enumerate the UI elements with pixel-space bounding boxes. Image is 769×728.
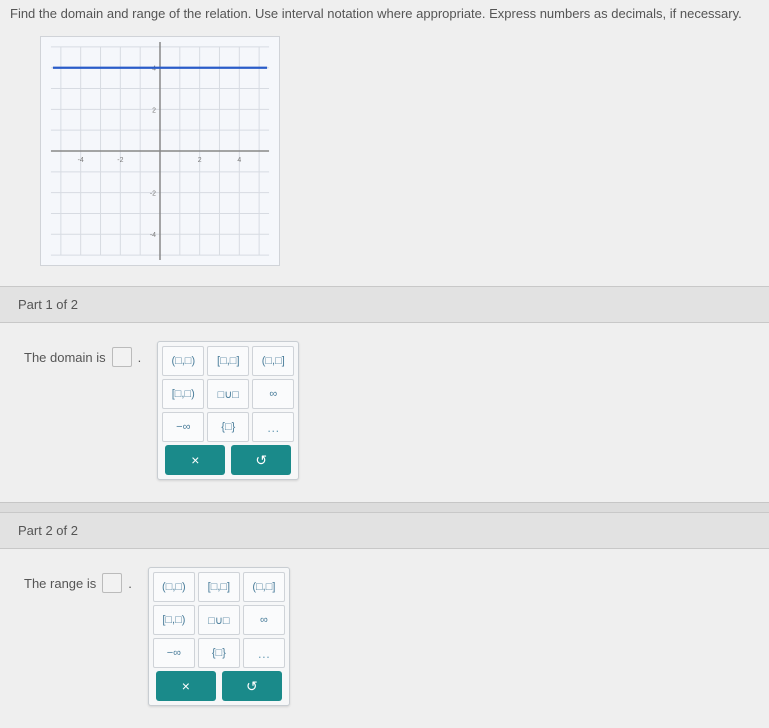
svg-text:-4: -4 — [78, 157, 84, 164]
period: . — [128, 576, 132, 591]
btn-closed-open[interactable]: [□,□) — [162, 379, 204, 409]
btn-placeholder[interactable] — [252, 412, 294, 442]
btn-neg-infinity[interactable]: −∞ — [153, 638, 195, 668]
btn-open-open[interactable]: (□,□) — [153, 572, 195, 602]
svg-text:-2: -2 — [150, 191, 156, 198]
btn-open-closed[interactable]: (□,□] — [243, 572, 285, 602]
part2-body: The range is . (□,□) [□,□] (□,□] [□,□) □… — [0, 549, 769, 728]
btn-placeholder[interactable] — [243, 638, 285, 668]
relation-graph: 42 -2-4 -4-2 24 — [40, 36, 280, 266]
range-prompt: The range is — [24, 576, 96, 591]
svg-text:2: 2 — [152, 107, 156, 114]
notation-palette-2: (□,□) [□,□] (□,□] [□,□) □∪□ ∞ −∞ {□} × ↺ — [148, 567, 290, 706]
notation-palette-1: (□,□) [□,□] (□,□] [□,□) □∪□ ∞ −∞ {□} × ↺ — [157, 341, 299, 480]
domain-input[interactable] — [112, 347, 132, 367]
part2-header: Part 2 of 2 — [0, 512, 769, 549]
btn-closed-closed[interactable]: [□,□] — [198, 572, 240, 602]
btn-set-braces[interactable]: {□} — [207, 412, 249, 442]
svg-text:4: 4 — [237, 157, 241, 164]
svg-text:-4: -4 — [150, 232, 156, 239]
btn-infinity[interactable]: ∞ — [252, 379, 294, 409]
part1-header: Part 1 of 2 — [0, 286, 769, 323]
btn-open-closed[interactable]: (□,□] — [252, 346, 294, 376]
instruction-text: Find the domain and range of the relatio… — [0, 0, 769, 31]
range-input[interactable] — [102, 573, 122, 593]
btn-set-braces[interactable]: {□} — [198, 638, 240, 668]
undo-button[interactable]: ↺ — [222, 671, 282, 701]
clear-button[interactable]: × — [156, 671, 216, 701]
btn-neg-infinity[interactable]: −∞ — [162, 412, 204, 442]
btn-closed-open[interactable]: [□,□) — [153, 605, 195, 635]
btn-infinity[interactable]: ∞ — [243, 605, 285, 635]
clear-button[interactable]: × — [165, 445, 225, 475]
btn-closed-closed[interactable]: [□,□] — [207, 346, 249, 376]
divider — [0, 502, 769, 512]
domain-prompt: The domain is — [24, 350, 106, 365]
part1-body: The domain is . (□,□) [□,□] (□,□] [□,□) … — [0, 323, 769, 502]
period: . — [138, 350, 142, 365]
graph-container: 42 -2-4 -4-2 24 — [0, 31, 769, 286]
btn-union[interactable]: □∪□ — [198, 605, 240, 635]
svg-text:2: 2 — [198, 157, 202, 164]
btn-union[interactable]: □∪□ — [207, 379, 249, 409]
undo-button[interactable]: ↺ — [231, 445, 291, 475]
svg-text:-2: -2 — [117, 157, 123, 164]
btn-open-open[interactable]: (□,□) — [162, 346, 204, 376]
